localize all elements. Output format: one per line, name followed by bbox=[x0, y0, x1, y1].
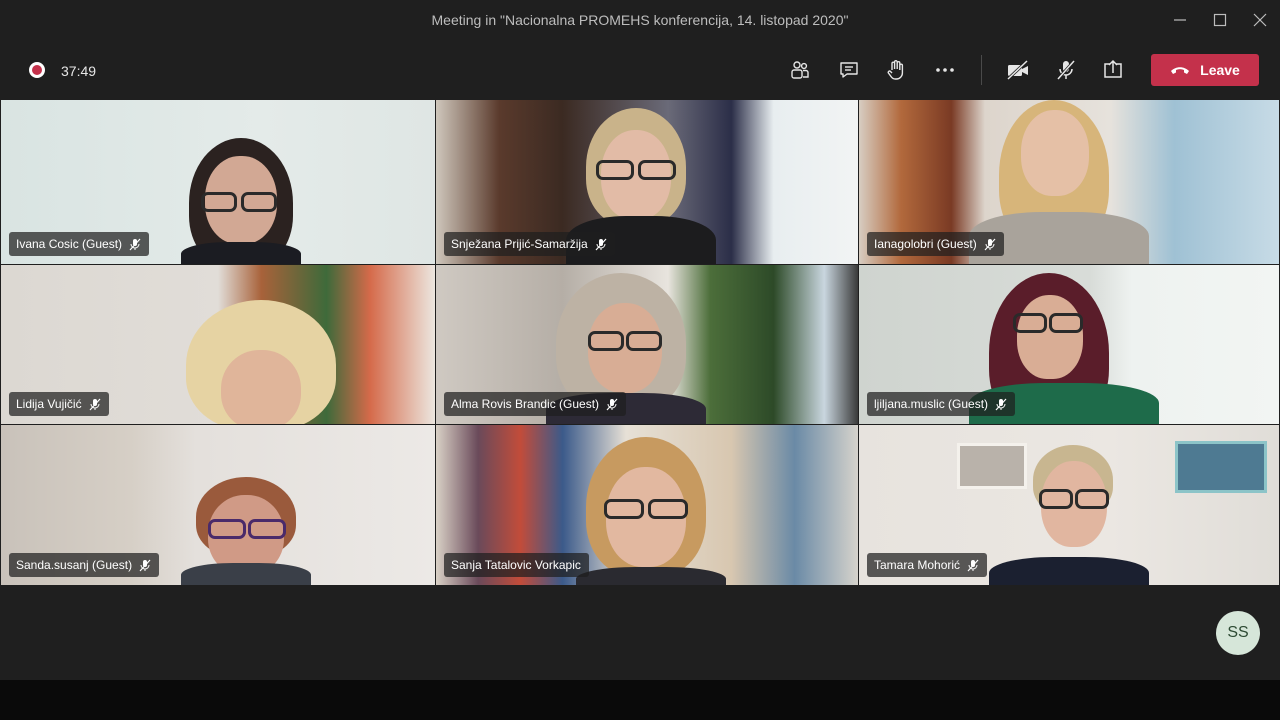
raise-hand-button[interactable] bbox=[882, 56, 910, 84]
participants-icon bbox=[791, 61, 809, 79]
participant-name-tag: Sanda.susanj (Guest) bbox=[9, 553, 160, 577]
meeting-timer: 37:49 bbox=[61, 63, 97, 79]
bottom-bar bbox=[0, 680, 1280, 720]
more-options-icon bbox=[936, 68, 954, 72]
video-tile[interactable]: Snježana Prijić-Samaržija bbox=[436, 100, 858, 264]
participant-name: Ianagolobri (Guest) bbox=[874, 237, 977, 251]
participant-name-tag: Lidija Vujičić bbox=[9, 392, 109, 416]
mic-off-icon bbox=[984, 238, 996, 250]
chat-icon bbox=[840, 62, 858, 78]
video-tile[interactable]: Alma Rovis Brandic (Guest) bbox=[436, 265, 858, 424]
participant-name-tag: Snježana Prijić-Samaržija bbox=[444, 232, 615, 256]
participants-button[interactable] bbox=[786, 56, 814, 84]
recording-indicator-icon bbox=[29, 62, 45, 78]
more-options-button[interactable] bbox=[931, 56, 959, 84]
participant-name: Tamara Mohorić bbox=[874, 558, 961, 572]
participant-video bbox=[181, 477, 311, 585]
video-tile[interactable]: Ianagolobri (Guest) bbox=[859, 100, 1279, 264]
mic-off-icon bbox=[139, 559, 151, 571]
video-tile[interactable]: Sanja Tatalovic Vorkapic bbox=[436, 425, 858, 585]
title-bar: Meeting in "Nacionalna PROMEHS konferenc… bbox=[0, 0, 1280, 40]
mic-off-icon bbox=[1056, 60, 1076, 80]
mic-off-icon bbox=[89, 398, 101, 410]
video-tile[interactable]: Sanda.susanj (Guest) bbox=[1, 425, 435, 585]
participant-video bbox=[576, 437, 726, 585]
participant-name-tag: Ianagolobri (Guest) bbox=[867, 232, 1004, 256]
share-screen-icon bbox=[1104, 59, 1122, 78]
camera-toggle-button[interactable] bbox=[1004, 56, 1032, 84]
video-tile[interactable]: Tamara Mohorić bbox=[859, 425, 1279, 585]
minimize-icon[interactable] bbox=[1169, 10, 1191, 30]
participant-name-tag: ljiljana.muslic (Guest) bbox=[867, 392, 1016, 416]
participant-video bbox=[181, 138, 301, 264]
mic-off-icon bbox=[995, 398, 1007, 410]
participant-name: Lidija Vujičić bbox=[16, 397, 82, 411]
mic-off-icon bbox=[606, 398, 618, 410]
participant-name-tag: Ivana Cosic (Guest) bbox=[9, 232, 150, 256]
video-tile[interactable]: ljiljana.muslic (Guest) bbox=[859, 265, 1279, 424]
close-icon[interactable] bbox=[1249, 10, 1271, 30]
meeting-toolbar: 37:49 Leave bbox=[0, 40, 1280, 100]
window-title: Meeting in "Nacionalna PROMEHS konferenc… bbox=[431, 12, 849, 28]
camera-off-icon bbox=[1006, 59, 1029, 81]
mic-toggle-button[interactable] bbox=[1052, 56, 1080, 84]
participant-name: Snježana Prijić-Samaržija bbox=[451, 237, 588, 251]
hangup-icon bbox=[1171, 67, 1190, 74]
participant-name: Sanja Tatalovic Vorkapic bbox=[451, 558, 581, 572]
participant-name: Ivana Cosic (Guest) bbox=[16, 237, 123, 251]
mic-off-icon bbox=[595, 238, 607, 250]
maximize-icon[interactable] bbox=[1209, 10, 1231, 30]
video-tile[interactable]: Ivana Cosic (Guest) bbox=[1, 100, 435, 264]
self-avatar[interactable]: SS bbox=[1216, 611, 1260, 655]
mic-off-icon bbox=[129, 238, 141, 250]
wall-picture bbox=[1175, 441, 1267, 493]
share-screen-button[interactable] bbox=[1099, 56, 1127, 84]
participant-video bbox=[176, 300, 346, 424]
participant-video bbox=[989, 445, 1149, 585]
participant-name-tag: Tamara Mohorić bbox=[867, 553, 988, 577]
participant-name-tag: Alma Rovis Brandic (Guest) bbox=[444, 392, 627, 416]
participant-name: Sanda.susanj (Guest) bbox=[16, 558, 133, 572]
mic-off-icon bbox=[967, 559, 979, 571]
participant-name: Alma Rovis Brandic (Guest) bbox=[451, 397, 600, 411]
video-grid: Ivana Cosic (Guest) Snježana Prijić-Sama… bbox=[1, 100, 1279, 585]
leave-label: Leave bbox=[1200, 62, 1240, 78]
chat-button[interactable] bbox=[835, 56, 863, 84]
video-tile[interactable]: Lidija Vujičić bbox=[1, 265, 435, 424]
participant-name-tag: Sanja Tatalovic Vorkapic bbox=[444, 553, 589, 577]
toolbar-divider bbox=[981, 55, 982, 85]
participant-name: ljiljana.muslic (Guest) bbox=[874, 397, 989, 411]
leave-button[interactable]: Leave bbox=[1151, 54, 1259, 86]
raise-hand-icon bbox=[887, 60, 904, 80]
